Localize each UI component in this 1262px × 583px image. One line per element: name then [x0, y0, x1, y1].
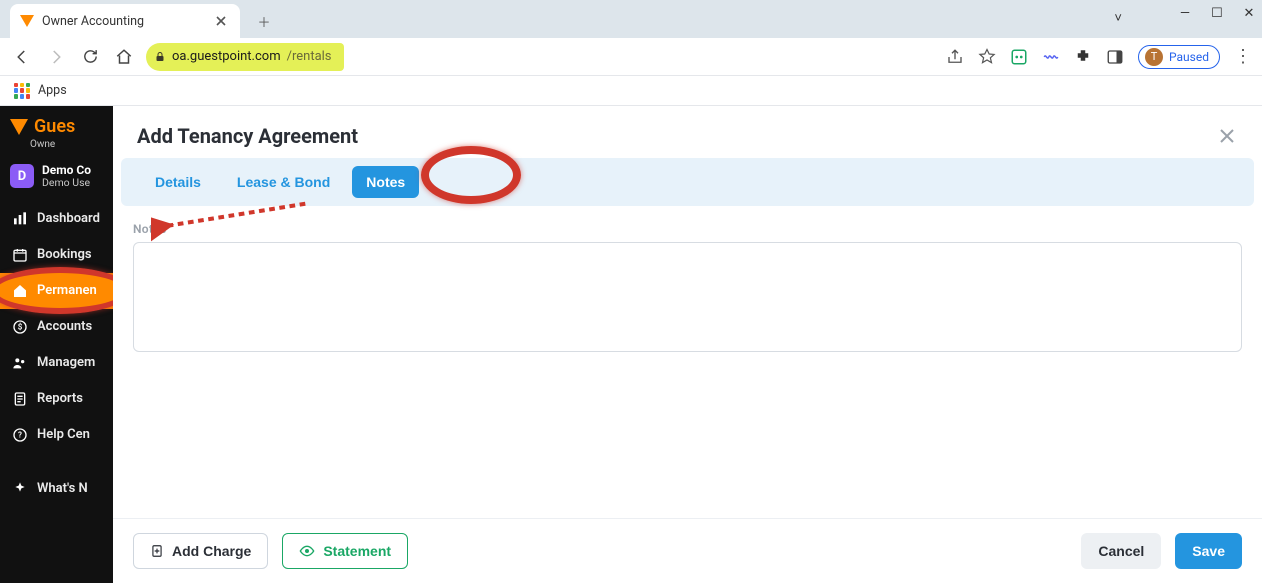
window-close-button[interactable]: ✕	[1242, 6, 1256, 21]
sidebar-item-management[interactable]: Managem	[0, 345, 113, 381]
modal-title: Add Tenancy Agreement	[137, 124, 358, 148]
users-icon	[12, 355, 28, 371]
browser-overflow-icon[interactable]: ˅	[1114, 10, 1122, 26]
calendar-icon	[12, 247, 28, 263]
new-tab-button[interactable]: ＋	[250, 7, 278, 35]
browser-toolbar: oa.guestpoint.com/rentals T Paused ⋮	[0, 38, 1262, 76]
brand-subtitle: Owne	[0, 139, 113, 158]
sidebar-item-bookings[interactable]: Bookings	[0, 237, 113, 273]
notes-textarea[interactable]	[133, 242, 1242, 352]
notes-label: Notes	[133, 222, 1242, 236]
sidebar-item-label: Managem	[37, 355, 95, 370]
tab-close-icon[interactable]	[214, 14, 228, 28]
nav-back-button[interactable]	[10, 45, 34, 69]
document-icon	[12, 391, 28, 407]
document-add-icon	[150, 544, 164, 558]
sparkle-icon	[12, 481, 28, 497]
house-icon	[12, 283, 28, 299]
extension-green-icon[interactable]	[1010, 48, 1028, 66]
bookmarks-bar: Apps	[0, 76, 1262, 106]
nav-home-button[interactable]	[112, 45, 136, 69]
brand-name: Gues	[34, 116, 75, 137]
tab-notes[interactable]: Notes	[352, 166, 419, 198]
sidebar-item-label: Reports	[37, 391, 83, 406]
notes-section: Notes	[113, 206, 1262, 356]
bookmark-star-icon[interactable]	[978, 48, 996, 66]
sidebar-item-label: Help Cen	[37, 427, 90, 442]
window-maximize-button[interactable]: ☐	[1210, 6, 1224, 21]
sidebar: Gues Owne D Demo Co Demo Use Dashboard B…	[0, 106, 113, 583]
nav-reload-button[interactable]	[78, 45, 102, 69]
apps-label[interactable]: Apps	[38, 83, 67, 98]
sidebar-item-dashboard[interactable]: Dashboard	[0, 201, 113, 237]
sidebar-item-whats-new[interactable]: What's N	[0, 471, 113, 507]
sidepanel-icon[interactable]	[1106, 48, 1124, 66]
sidebar-item-label: Bookings	[37, 247, 92, 262]
modal-close-button[interactable]	[1216, 125, 1238, 147]
app-area: Gues Owne D Demo Co Demo Use Dashboard B…	[0, 106, 1262, 583]
modal-footer: Add Charge Statement Cancel Save	[113, 518, 1262, 583]
sidebar-item-accounts[interactable]: $ Accounts	[0, 309, 113, 345]
svg-text:$: $	[18, 322, 23, 331]
extension-wave-icon[interactable]	[1042, 48, 1060, 66]
chart-icon	[12, 211, 28, 227]
org-badge: D	[10, 164, 34, 188]
profile-paused-label: Paused	[1169, 50, 1209, 64]
modal-header: Add Tenancy Agreement	[113, 106, 1262, 158]
eye-icon	[299, 543, 315, 559]
sidebar-item-label: What's N	[37, 481, 88, 496]
sidebar-item-reports[interactable]: Reports	[0, 381, 113, 417]
sidebar-item-label: Accounts	[37, 319, 92, 334]
nav-forward-button[interactable]	[44, 45, 68, 69]
add-charge-button[interactable]: Add Charge	[133, 533, 268, 569]
url-domain: oa.guestpoint.com	[172, 49, 281, 64]
brand: Gues	[0, 106, 113, 139]
tab-lease-bond[interactable]: Lease & Bond	[223, 166, 344, 198]
sidebar-item-label: Dashboard	[37, 211, 100, 226]
toolbar-actions: T Paused ⋮	[946, 45, 1252, 69]
brand-logo-icon	[10, 119, 28, 135]
extensions-icon[interactable]	[1074, 48, 1092, 66]
window-controls: — ☐ ✕	[1178, 6, 1256, 21]
add-charge-label: Add Charge	[172, 543, 251, 559]
browser-menu-icon[interactable]: ⋮	[1234, 48, 1252, 66]
statement-button[interactable]: Statement	[282, 533, 408, 569]
apps-grid-icon[interactable]	[14, 83, 30, 99]
favicon-icon	[20, 15, 34, 27]
sidebar-item-permanent[interactable]: Permanen	[0, 273, 113, 309]
main-pane: Add Tenancy Agreement Details Lease & Bo…	[113, 106, 1262, 583]
profile-avatar: T	[1145, 48, 1163, 66]
tab-title: Owner Accounting	[42, 14, 206, 29]
sidebar-item-label: Permanen	[37, 283, 97, 298]
org-user: Demo Use	[42, 177, 91, 189]
save-button[interactable]: Save	[1175, 533, 1242, 569]
cancel-button[interactable]: Cancel	[1081, 533, 1161, 569]
url-path: /rentals	[287, 49, 332, 64]
profile-paused-button[interactable]: T Paused	[1138, 45, 1220, 69]
address-bar[interactable]: oa.guestpoint.com/rentals	[146, 43, 344, 71]
browser-tabstrip: Owner Accounting ＋ ˅ — ☐ ✕	[0, 0, 1262, 38]
org-switcher[interactable]: D Demo Co Demo Use	[0, 158, 113, 201]
sidebar-item-help[interactable]: ? Help Cen	[0, 417, 113, 453]
browser-tab[interactable]: Owner Accounting	[10, 4, 240, 38]
statement-label: Statement	[323, 543, 391, 559]
dollar-icon: $	[12, 319, 28, 335]
lock-icon	[154, 51, 166, 63]
share-icon[interactable]	[946, 48, 964, 66]
window-minimize-button[interactable]: —	[1178, 6, 1192, 21]
svg-text:?: ?	[18, 430, 22, 439]
help-icon: ?	[12, 427, 28, 443]
tab-details[interactable]: Details	[141, 166, 215, 198]
modal-tabbar: Details Lease & Bond Notes	[121, 158, 1254, 206]
tenancy-modal: Add Tenancy Agreement Details Lease & Bo…	[113, 106, 1262, 583]
